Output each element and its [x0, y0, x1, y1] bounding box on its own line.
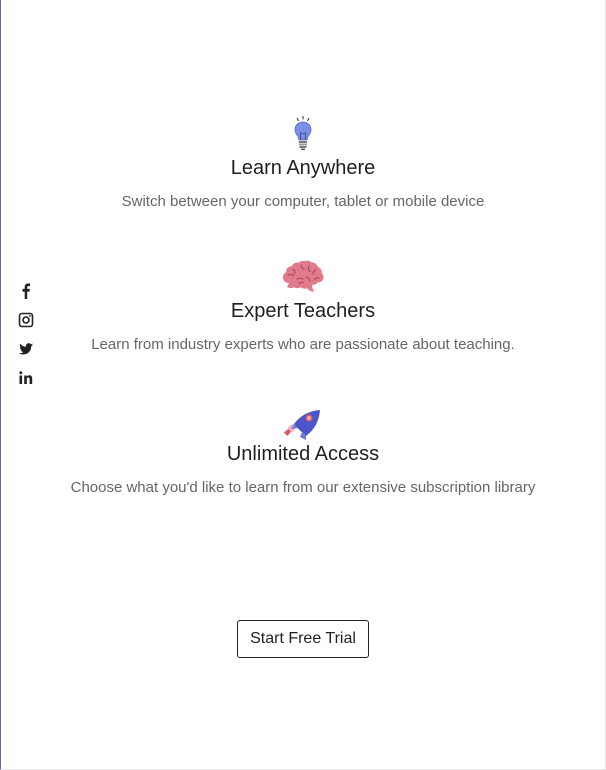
- feature-title: Learn Anywhere: [230, 157, 376, 179]
- feature-learn-anywhere: Learn Anywhere Switch between your compu…: [0, 114, 606, 211]
- feature-expert-teachers: Expert Teachers Learn from industry expe…: [0, 257, 606, 354]
- brain-icon: [0, 257, 606, 297]
- feature-description: Choose what you'd like to learn from our…: [70, 479, 536, 496]
- feature-description: Switch between your computer, tablet or …: [121, 193, 485, 210]
- feature-title: Expert Teachers: [230, 300, 376, 322]
- feature-description: Learn from industry experts who are pass…: [91, 336, 515, 353]
- linkedin-link[interactable]: [16, 368, 36, 388]
- feature-unlimited-access: Unlimited Access Choose what you'd like …: [0, 400, 606, 497]
- rocket-icon: [0, 400, 606, 440]
- start-free-trial-button[interactable]: Start Free Trial: [237, 620, 369, 658]
- lightbulb-icon: [0, 114, 606, 154]
- linkedin-icon: [19, 371, 33, 384]
- feature-title: Unlimited Access: [226, 443, 380, 465]
